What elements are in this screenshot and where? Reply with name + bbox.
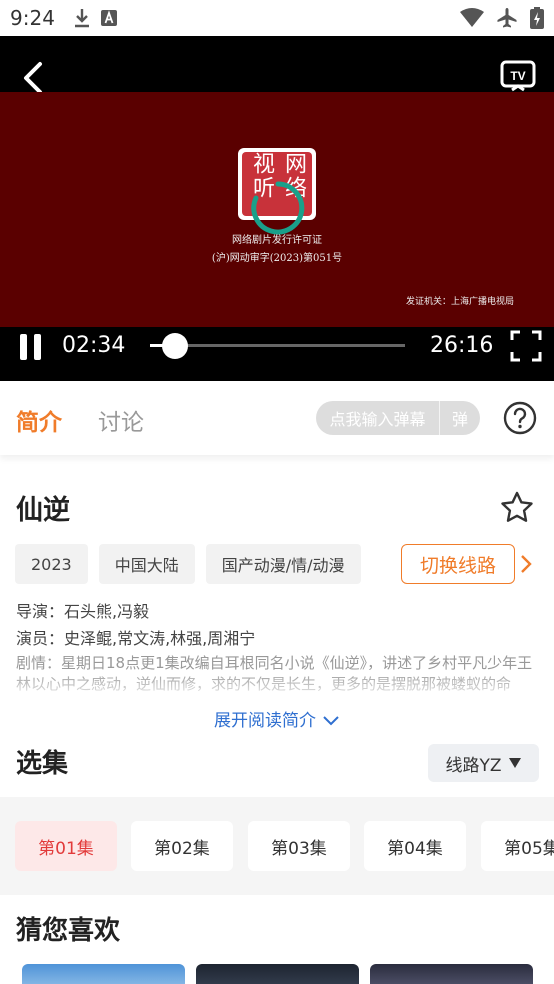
detail-tabs: 简介 讨论 点我输入弹幕 弹 (0, 381, 554, 455)
show-title: 仙逆 (16, 495, 70, 526)
chevron-down-icon[interactable] (322, 715, 340, 727)
cast-line: 演员：史泽鲲,常文涛,林强,周湘宁 (16, 629, 256, 648)
app-badge-icon (100, 10, 117, 26)
episode-item[interactable]: 第03集 (248, 821, 350, 871)
recommend-thumbnail[interactable] (370, 964, 533, 984)
tag-genre[interactable]: 国产动漫/情/动漫 (205, 544, 361, 584)
expand-synopsis-link[interactable]: 展开阅读简介 (0, 706, 554, 731)
tag-year[interactable]: 2023 (15, 544, 88, 584)
episode-item[interactable]: 第02集 (131, 821, 233, 871)
loading-spinner-icon (251, 181, 305, 235)
pause-icon[interactable] (18, 333, 44, 361)
progress-knob[interactable] (161, 333, 188, 359)
show-tags: 2023 中国大陆 国产动漫/情/动漫 (15, 544, 361, 584)
svg-text:TV: TV (510, 69, 525, 83)
tab-discuss[interactable]: 讨论 (98, 403, 144, 437)
episode-item[interactable]: 第04集 (364, 821, 466, 871)
recommend-thumbnail[interactable] (196, 964, 359, 984)
cast-tv-icon[interactable]: TV (500, 60, 536, 94)
episode-item[interactable]: 第01集 (15, 821, 117, 871)
back-arrow-icon[interactable] (18, 60, 48, 96)
current-time: 02:34 (62, 333, 126, 358)
recommend-thumbnail[interactable] (22, 964, 185, 984)
player-controls: 02:34 26:16 (0, 327, 554, 381)
expand-label[interactable]: 展开阅读简介 (214, 711, 316, 731)
route-select-button[interactable]: 线路YZ (428, 744, 539, 782)
fullscreen-icon[interactable] (510, 330, 542, 362)
synopsis-fade (0, 672, 554, 702)
favorite-star-icon[interactable] (499, 490, 535, 526)
danmu-placeholder[interactable]: 点我输入弹幕 (316, 401, 440, 435)
progress-bar[interactable] (150, 344, 405, 347)
help-icon[interactable] (503, 401, 537, 435)
status-time: 9:24 (10, 6, 55, 30)
episodes-title: 选集 (16, 749, 69, 779)
video-frame[interactable]: 网络视听 网络剧片发行许可证 (沪)网动审字(2023)第051号 发证机关：上… (0, 92, 554, 327)
danmu-send-button[interactable]: 弹 (440, 401, 480, 435)
danmu-input[interactable]: 点我输入弹幕 弹 (316, 401, 480, 435)
switch-route-button[interactable]: 切换线路 (401, 544, 515, 584)
battery-icon (530, 7, 544, 29)
license-number-title: 网络剧片发行许可证 (232, 235, 322, 246)
license-number: (沪)网动审字(2023)第051号 (211, 253, 343, 264)
video-player[interactable]: TV 网络视听 网络剧片发行许可证 (沪)网动审字(2023)第051号 发证机… (0, 36, 554, 381)
tag-region[interactable]: 中国大陆 (98, 544, 195, 584)
chevron-right-icon[interactable] (518, 553, 534, 575)
director-line: 导演：石头熊,冯毅 (16, 602, 150, 621)
license-issuer: 发证机关：上海广播电视局 (405, 297, 514, 307)
tab-intro[interactable]: 简介 (16, 403, 62, 437)
recommend-title: 猜您喜欢 (16, 916, 121, 946)
download-icon (74, 9, 89, 28)
airplane-mode-icon (497, 8, 517, 28)
caret-down-icon[interactable] (508, 757, 522, 769)
status-bar: 9:24 (0, 0, 554, 36)
episode-list: 第01集 第02集 第03集 第04集 第05集 (0, 797, 554, 895)
route-label[interactable]: 线路YZ (445, 751, 501, 776)
duration-time: 26:16 (430, 333, 494, 358)
episode-item[interactable]: 第05集 (481, 821, 554, 871)
wifi-icon (460, 8, 484, 27)
